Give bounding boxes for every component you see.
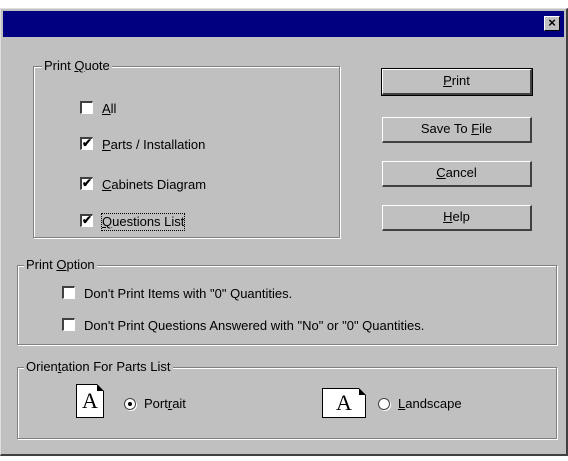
radio-portrait-button[interactable] (124, 398, 136, 410)
checkbox-parts-installation-box[interactable]: ✔ (80, 136, 93, 150)
check-icon: ✔ (82, 176, 93, 190)
radio-landscape-label: Landscape (398, 396, 462, 411)
radio-selected-dot (128, 402, 132, 406)
print-quote-group: Print Quote All ✔ Parts / Installation ✔… (33, 58, 340, 238)
check-icon: ✔ (82, 136, 93, 150)
landscape-letter: A (336, 390, 352, 415)
checkbox-dont-print-zero-items-label: Don't Print Items with "0" Quantities. (84, 286, 293, 301)
print-button[interactable]: Print (381, 68, 533, 96)
checkbox-questions-list-label: Questions List (100, 213, 186, 231)
checkbox-all-box[interactable] (80, 101, 93, 114)
checkbox-all-label: All (102, 101, 117, 116)
orientation-legend: Orientation For Parts List (24, 359, 173, 375)
checkbox-dont-print-no-questions-label: Don't Print Questions Answered with "No"… (84, 318, 425, 333)
radio-portrait-label: Portrait (144, 396, 186, 411)
orientation-group: Orientation For Parts List A Portrait A … (17, 359, 557, 439)
checkbox-parts-installation-label: Parts / Installation (102, 137, 206, 152)
checkbox-cabinets-diagram-box[interactable]: ✔ (80, 176, 93, 190)
cancel-button[interactable]: Cancel (382, 161, 532, 187)
checkbox-dont-print-no-questions-box[interactable] (62, 318, 75, 331)
print-option-legend: Print Option (24, 257, 97, 273)
print-dialog: × Print Quote All ✔ Parts / Installation… (0, 8, 568, 456)
help-button[interactable]: Help (382, 205, 532, 231)
print-quote-legend: Print Quote (42, 58, 112, 74)
radio-landscape-button[interactable] (378, 398, 390, 410)
close-icon: × (548, 15, 556, 30)
close-button[interactable]: × (544, 16, 560, 31)
portrait-letter: A (82, 388, 98, 413)
page-fold-icon (97, 384, 104, 391)
portrait-page-icon: A (76, 384, 104, 418)
checkbox-dont-print-zero-items-box[interactable] (62, 286, 75, 299)
check-icon: ✔ (82, 213, 93, 227)
print-option-group: Print Option Don't Print Items with "0" … (17, 257, 557, 345)
checkbox-cabinets-diagram-label: Cabinets Diagram (102, 177, 207, 192)
checkbox-questions-list-box[interactable]: ✔ (80, 213, 93, 227)
save-to-file-button[interactable]: Save To File (382, 117, 532, 143)
title-bar: × (3, 11, 564, 37)
page-fold-icon (359, 388, 366, 395)
landscape-page-icon: A (322, 388, 366, 418)
